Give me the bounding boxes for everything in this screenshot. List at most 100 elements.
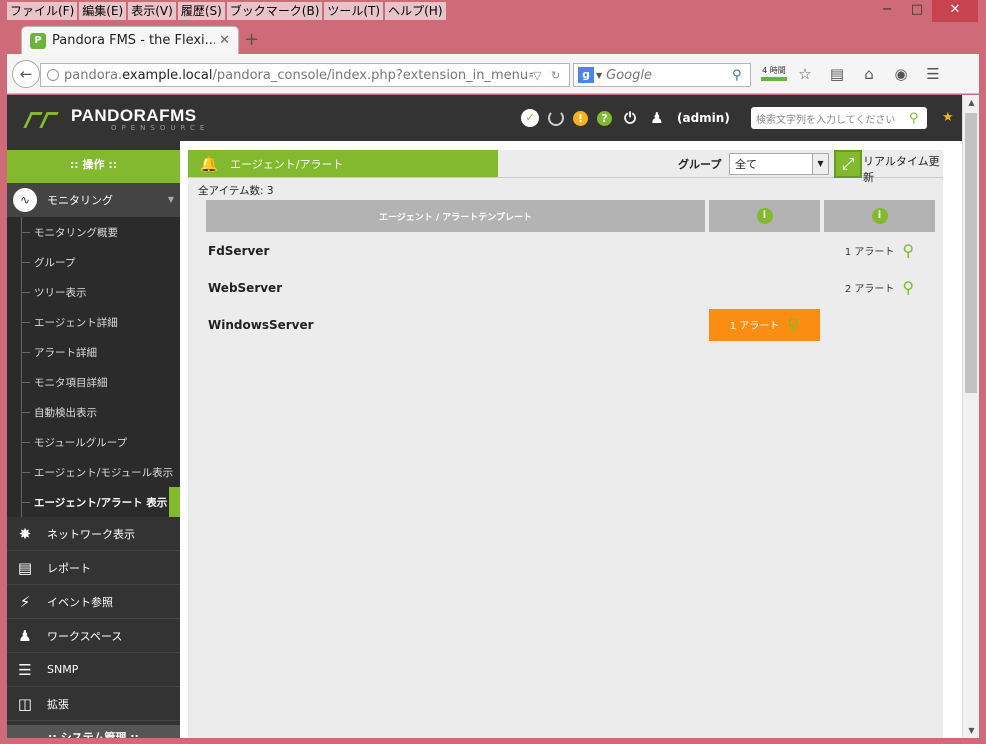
fullscreen-button[interactable]: ⤢ [834,150,862,178]
submenu-alert-detail[interactable]: アラート詳細 [21,337,180,367]
console-search-input[interactable]: 検索文字列を入力してください [756,111,909,126]
alert-cell-fired[interactable]: 1 アラート ⚲ [709,306,820,343]
user-icon: ♟ [18,626,32,645]
browser-search-bar[interactable]: g ▼ Google ⚲ [573,63,751,87]
realtime-refresh-label[interactable]: リアルタイム更新 [863,153,943,185]
minimize-button[interactable]: − [872,0,902,22]
tab-close-icon[interactable]: ✕ [219,33,230,48]
magnifier-icon[interactable]: ⚲ [787,315,799,334]
chevron-down-icon: ▼ [167,195,174,204]
user-icon[interactable]: ♟ [648,109,666,127]
submenu-agent-module-view[interactable]: エージェント/モジュール表示 [21,457,180,487]
submenu-agent-detail[interactable]: エージェント詳細 [21,307,180,337]
menu-view[interactable]: 表示(V) [128,2,176,20]
agent-alert-table: エージェント / アラートテンプレート i i FdServer 1 アラート ⚲… [202,200,939,343]
column-header-info-2[interactable]: i [824,200,935,232]
logout-power-icon[interactable]: ⏻ [621,109,639,127]
console-search[interactable]: 検索文字列を入力してください ⚲ [751,107,927,129]
url-dropdown-icon[interactable]: ▽ [533,69,547,82]
network-icon: ✸ [18,524,32,543]
scroll-up-icon[interactable]: ▲ [963,98,980,107]
agent-name[interactable]: FdServer [206,232,705,269]
refresh-icon[interactable] [548,110,564,126]
menu-file[interactable]: ファイル(F) [7,2,78,20]
page-viewport: PANDORAFMS OPENSOURCE ✓ ! ? ⏻ ♟ (admin) … [7,95,962,738]
alert-cell[interactable]: 1 アラート ⚲ [824,232,935,269]
table-row: FdServer 1 アラート ⚲ [206,232,935,269]
url-text: pandora.example.local/pandora_console/in… [64,67,533,83]
pandora-logo[interactable]: PANDORAFMS OPENSOURCE [23,107,209,132]
warning-icon[interactable]: ! [573,110,588,126]
column-header-info-1[interactable]: i [709,200,820,232]
magnifier-icon[interactable]: ⚲ [902,278,914,297]
sidebar-item-events[interactable]: ⚡ イベント参照 [7,585,180,619]
list-icon: ☰ [18,660,32,679]
sidebar-item-workspace[interactable]: ♟ ワークスペース [7,619,180,653]
reading-list-icon[interactable]: ▤ [821,63,853,85]
admin-section-title: :: システム管理 :: [7,725,180,738]
tab-strip: P Pandora FMS - the Flexi... ✕ + [7,22,979,54]
sidebar-item-reports[interactable]: ▤ レポート [7,551,180,585]
help-icon[interactable]: ? [597,110,612,126]
menu-bookmarks[interactable]: ブックマーク(B) [226,2,323,20]
operation-section-title: :: 操作 :: [7,141,180,183]
home-icon[interactable]: ⌂ [853,63,885,85]
submenu-groups[interactable]: グループ [21,247,180,277]
logo-subtext: OPENSOURCE [111,124,210,132]
news-badge[interactable]: 4 時間 [759,66,789,82]
favorite-star-icon[interactable]: ★ [942,110,954,125]
submenu-monitor-detail[interactable]: モニタ項目詳細 [21,367,180,397]
bookmark-star-icon[interactable]: ☆ [789,63,821,85]
magnifier-icon[interactable]: ⚲ [902,241,914,260]
maximize-button[interactable]: □ [902,0,932,22]
agent-name[interactable]: WebServer [206,269,705,306]
pandora-favicon-icon: P [30,32,46,49]
navigation-bar: ← pandora.example.local/pandora_console/… [7,54,979,94]
search-engine-dropdown-icon[interactable]: ▼ [596,71,602,80]
main-content: 🔔 エージェント/アラート グループ 全て ▼ ⤢ リアルタイム更新 全アイテム… [188,150,943,738]
total-items-label: 全アイテム数: 3 [198,185,274,197]
scrollbar-thumb[interactable] [965,113,977,393]
menu-help[interactable]: ヘルプ(H) [385,2,446,20]
search-icon[interactable]: ⚲ [732,68,750,83]
close-window-button[interactable]: ✕ [932,0,978,22]
back-button[interactable]: ← [12,60,40,88]
menu-history[interactable]: 履歴(S) [177,2,225,20]
lightning-icon: ⚡ [19,592,31,611]
alert-cell [709,269,820,306]
addon-icon[interactable]: ◉ [885,63,917,85]
submenu-module-groups[interactable]: モジュールグループ [21,427,180,457]
username-label[interactable]: (admin) [677,111,730,125]
window-controls: − □ ✕ [872,0,978,22]
status-ok-icon[interactable]: ✓ [521,109,539,127]
submenu-tree-view[interactable]: ツリー表示 [21,277,180,307]
google-icon[interactable]: g [578,67,594,83]
logo-mark-icon [23,110,67,130]
new-tab-button[interactable]: + [244,29,259,50]
alert-cell[interactable]: 2 アラート ⚲ [824,269,935,306]
url-bar[interactable]: pandora.example.local/pandora_console/in… [40,63,570,87]
sidebar-item-network[interactable]: ✸ ネットワーク表示 [7,517,180,551]
hamburger-menu-icon[interactable]: ☰ [917,63,949,85]
menu-tools[interactable]: ツール(T) [324,2,384,20]
report-icon: ▤ [17,558,33,577]
header-icons: ✓ ! ? ⏻ ♟ (admin) [521,109,730,127]
plugin-icon: ◫ [17,694,33,713]
submenu-autodetect-view[interactable]: 自動検出表示 [21,397,180,427]
vertical-scrollbar[interactable]: ▲ ▼ [962,95,979,738]
reload-icon[interactable]: ↻ [551,69,565,82]
submenu-agent-alert-view[interactable]: エージェント/アラート 表示 [21,487,180,517]
group-select[interactable]: 全て ▼ [729,153,829,175]
sidebar-item-extensions[interactable]: ◫ 拡張 [7,687,180,721]
submenu-monitoring-overview[interactable]: モニタリング概要 [21,217,180,247]
group-label: グループ [678,158,722,171]
scroll-down-icon[interactable]: ▼ [963,726,980,735]
menu-edit[interactable]: 編集(E) [79,2,127,20]
browser-tab[interactable]: P Pandora FMS - the Flexi... ✕ [21,26,239,54]
agent-name[interactable]: WindowsServer [206,306,705,343]
chevron-down-icon: ▼ [812,154,828,174]
console-search-icon[interactable]: ⚲ [909,111,927,126]
sidebar-item-snmp[interactable]: ☰ SNMP [7,653,180,687]
browser-search-input[interactable]: Google [606,68,732,83]
sidebar-item-monitoring[interactable]: ∿ モニタリング ▼ [7,183,180,217]
